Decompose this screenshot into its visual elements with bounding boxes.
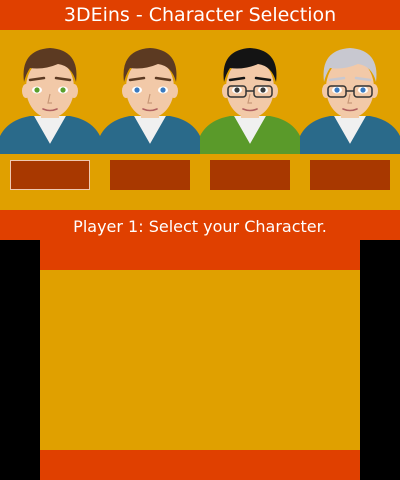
character-portrait-3[interactable]	[200, 36, 300, 154]
bottom-screen[interactable]	[40, 240, 360, 480]
character-slot-4[interactable]	[310, 160, 390, 190]
character-portrait-1[interactable]	[0, 36, 100, 154]
status-message: Player 1: Select your Character.	[73, 217, 327, 236]
character-portrait-2[interactable]	[100, 36, 200, 154]
title-bar: 3DEins - Character Selection	[0, 0, 400, 30]
bottom-footer-bar	[40, 450, 360, 480]
bottom-header-bar	[40, 240, 360, 270]
character-avatar-icon	[200, 48, 300, 154]
character-portrait-4[interactable]	[300, 36, 400, 154]
character-slot-3[interactable]	[210, 160, 290, 190]
top-screen: 3DEins - Character Selection Player 1: S…	[0, 0, 400, 240]
character-avatar-icon	[100, 48, 200, 154]
character-slot-1[interactable]	[10, 160, 90, 190]
status-bar: Player 1: Select your Character.	[0, 210, 400, 240]
screen-title: 3DEins - Character Selection	[63, 4, 337, 26]
character-slot-2[interactable]	[110, 160, 190, 190]
character-avatar-icon	[300, 48, 400, 154]
character-avatar-icon	[0, 48, 100, 154]
